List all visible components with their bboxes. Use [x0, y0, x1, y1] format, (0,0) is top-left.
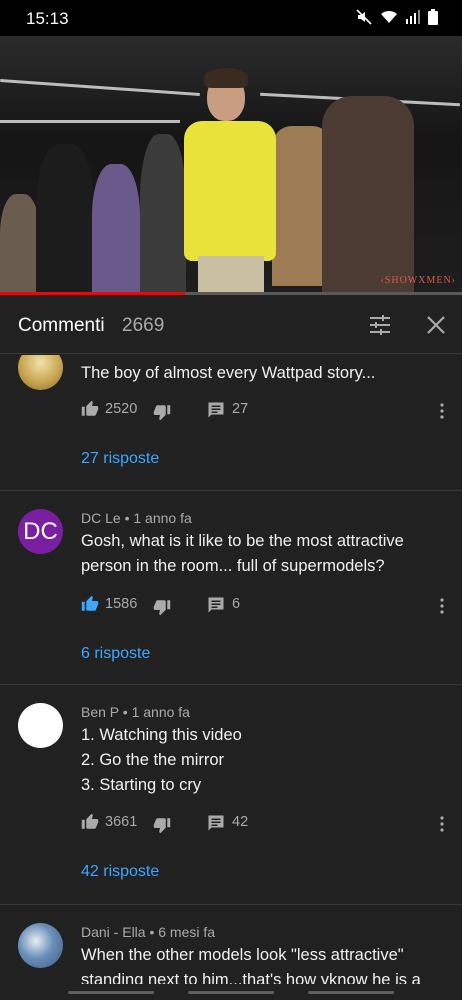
comment-meta: Ben P • 1 anno fa [81, 704, 190, 720]
comment-item: Ben P • 1 anno fa 1. Watching this video… [0, 685, 462, 905]
more-options-icon[interactable] [433, 815, 451, 833]
replies-link[interactable]: 6 risposte [81, 645, 150, 663]
avatar[interactable] [18, 355, 63, 390]
mute-icon [356, 9, 372, 30]
status-time: 15:13 [26, 9, 69, 28]
crowd-figure [92, 164, 140, 294]
reply-icon[interactable] [207, 814, 225, 832]
crowd-figure [0, 194, 40, 294]
comment-list[interactable]: The boy of almost every Wattpad story...… [0, 355, 462, 1000]
comment-text: Gosh, what is it like to be the most att… [81, 532, 404, 575]
comment-text-line: 3. Starting to cry [81, 776, 202, 794]
comment-meta: Dani - Ella • 6 mesi fa [81, 924, 216, 940]
reply-count: 27 [232, 401, 249, 417]
video-progress-fill [0, 292, 185, 295]
stage-light [0, 79, 200, 96]
model-jacket [184, 121, 276, 261]
like-icon[interactable] [81, 595, 99, 613]
like-icon[interactable] [81, 813, 99, 831]
reply-icon[interactable] [207, 401, 225, 419]
battery-icon [428, 9, 438, 30]
model-pants [198, 256, 264, 294]
comment-meta: DC Le • 1 anno fa [81, 510, 192, 526]
comment-text: 1. Watching this video 2. Go the the mir… [81, 723, 441, 798]
comment-item: DC DC Le • 1 anno fa Gosh, what is it li… [0, 491, 462, 685]
like-icon[interactable] [81, 400, 99, 418]
nav-pill[interactable] [188, 991, 274, 994]
system-nav-bar [0, 984, 462, 1000]
avatar[interactable]: DC [18, 509, 63, 554]
wifi-icon [380, 9, 398, 30]
comment-actions: 1586 6 [81, 595, 451, 617]
comments-count: 2669 [122, 315, 165, 336]
nav-pill[interactable] [308, 991, 394, 994]
video-progress-bar[interactable] [0, 292, 462, 295]
crowd-figure [140, 134, 186, 294]
like-count: 3661 [105, 814, 138, 830]
dislike-icon[interactable] [153, 816, 171, 834]
more-options-icon[interactable] [433, 402, 451, 420]
video-player[interactable]: ‹SHOWXMEN› [0, 36, 462, 294]
model-coat [322, 96, 414, 294]
dislike-icon[interactable] [153, 598, 171, 616]
comments-header: Commenti 2669 [0, 296, 462, 354]
nav-pill[interactable] [68, 991, 154, 994]
comment-text: The boy of almost every Wattpad story... [81, 364, 376, 382]
comment-actions: 2520 27 [81, 400, 451, 422]
avatar[interactable] [18, 923, 63, 968]
replies-link[interactable]: 27 risposte [81, 450, 159, 468]
status-icons [356, 9, 438, 30]
stage-light [0, 120, 180, 123]
video-watermark: ‹SHOWXMEN› [380, 275, 456, 286]
reply-icon[interactable] [207, 596, 225, 614]
reply-count: 6 [232, 596, 241, 612]
comment-text-line: 2. Go the the mirror [81, 751, 225, 769]
model-hair [204, 68, 248, 88]
like-count: 2520 [105, 401, 138, 417]
signal-icon [406, 10, 420, 29]
comments-title: Commenti [18, 315, 105, 336]
replies-link[interactable]: 42 risposte [81, 863, 159, 881]
like-count: 1586 [105, 596, 138, 612]
comment-text-line: 1. Watching this video [81, 726, 242, 744]
avatar[interactable] [18, 703, 63, 748]
more-options-icon[interactable] [433, 597, 451, 615]
dislike-icon[interactable] [153, 403, 171, 421]
comment-item: The boy of almost every Wattpad story...… [0, 355, 462, 491]
comment-actions: 3661 42 [81, 813, 451, 835]
reply-count: 42 [232, 814, 249, 830]
close-icon[interactable] [424, 313, 448, 337]
crowd-figure [36, 144, 94, 294]
filter-icon[interactable] [368, 313, 392, 337]
status-bar: 15:13 [0, 0, 462, 36]
